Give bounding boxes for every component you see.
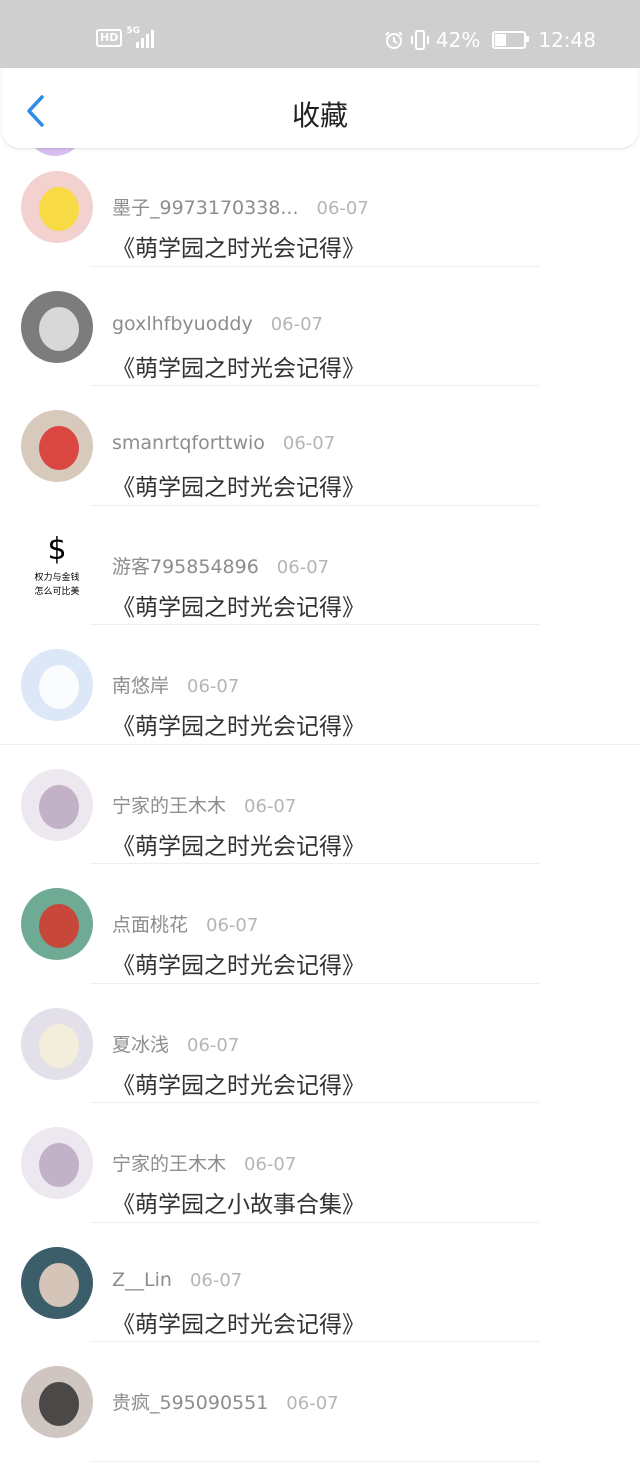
date: 06-07 xyxy=(282,433,336,454)
username[interactable]: 宁家的王木木 xyxy=(112,1153,226,1175)
work-title[interactable]: 《萌学园之时光会记得》 xyxy=(112,349,365,383)
work-title[interactable]: 《萌学园之时光会记得》 xyxy=(112,588,365,622)
meta-line: goxlhfbyuoddy 06-07 xyxy=(112,313,323,335)
work-title[interactable]: 《萌学园之时光会记得》 xyxy=(112,229,365,263)
meta-line: 点面桃花 06-07 xyxy=(112,910,258,937)
avatar-symbol: $ xyxy=(47,531,67,567)
list-item[interactable]: 墨子_9973170338... 06-07 《萌学园之时光会记得》 xyxy=(0,147,640,267)
list-item[interactable]: 南悠岸 06-07 《萌学园之时光会记得》 xyxy=(0,625,640,745)
avatar-image xyxy=(39,665,79,709)
date: 06-07 xyxy=(189,1269,243,1291)
meta-line: 南悠岸 06-07 xyxy=(112,671,239,698)
username[interactable]: goxlhfbyuoddy xyxy=(112,313,253,335)
avatar-image xyxy=(39,1262,79,1307)
username[interactable]: smanrtqforttwio xyxy=(112,432,265,454)
meta-line: 游客795854896 06-07 xyxy=(112,552,329,579)
work-title[interactable]: 《萌学园之时光会记得》 xyxy=(112,1305,365,1339)
page-title: 收藏 xyxy=(291,99,348,132)
list-item[interactable]: Z__Lin 06-07 《萌学园之时光会记得》 xyxy=(0,1223,640,1342)
list-item[interactable]: 宁家的王木木 06-07 《萌学园之小故事合集》 xyxy=(0,1103,640,1223)
hd-badge: HD xyxy=(96,29,123,47)
avatar-image xyxy=(39,187,79,231)
status-bar: HD 5G 42% 12:48 xyxy=(0,0,640,68)
work-title[interactable]: 《萌学园之时光会记得》 xyxy=(112,707,365,741)
date: 06-07 xyxy=(206,915,259,936)
avatar-image xyxy=(39,784,79,829)
date: 06-07 xyxy=(316,198,369,219)
list-item[interactable]: 宁家的王木木 06-07 《萌学园之时光会记得》 xyxy=(0,745,640,864)
date: 06-07 xyxy=(286,1393,339,1414)
battery-icon xyxy=(492,31,530,49)
meta-line: Z__Lin 06-07 xyxy=(112,1269,242,1291)
avatar[interactable] xyxy=(21,1246,93,1319)
date: 06-07 xyxy=(187,676,240,697)
work-title[interactable]: 《萌学园之时光会记得》 xyxy=(112,827,365,861)
avatar-line: 怎么可比美 xyxy=(34,586,80,597)
avatar[interactable]: $ 权力与金钱怎么可比美 xyxy=(21,529,93,602)
network-indicators: HD 5G xyxy=(96,26,156,48)
list-item[interactable]: goxlhfbyuoddy 06-07 《萌学园之时光会记得》 xyxy=(0,267,640,386)
avatar[interactable] xyxy=(21,290,93,363)
list-item[interactable]: 夏冰浅 06-07 《萌学园之时光会记得》 xyxy=(0,984,640,1103)
nav-header: 收藏 xyxy=(2,68,638,148)
alarm-icon xyxy=(385,31,403,49)
avatar-image xyxy=(39,904,79,948)
meta-line: 宁家的王木木 06-07 xyxy=(112,791,296,818)
avatar-image xyxy=(39,1143,79,1187)
username[interactable]: Z__Lin xyxy=(112,1269,172,1291)
battery-percent: 42% xyxy=(435,28,481,52)
work-title[interactable]: 《萌学园之小故事合集》 xyxy=(112,1185,365,1219)
meta-line: 夏冰浅 06-07 xyxy=(112,1030,239,1057)
work-title[interactable]: 《萌学园之时光会记得》 xyxy=(112,1066,365,1100)
username[interactable]: 宁家的王木木 xyxy=(112,795,226,817)
avatar[interactable] xyxy=(21,1366,93,1438)
list-item[interactable]: smanrtqforttwio 06-07 《萌学园之时光会记得》 xyxy=(0,386,640,506)
signal-icon: 5G xyxy=(126,26,156,48)
username[interactable]: 游客795854896 xyxy=(112,556,259,578)
avatar[interactable] xyxy=(21,171,93,243)
vibrate-icon xyxy=(410,30,429,50)
username[interactable]: 夏冰浅 xyxy=(112,1034,169,1056)
favorites-list: 墨子_9973170338... 06-07 《萌学园之时光会记得》 goxlhfby… xyxy=(0,147,640,1462)
date: 06-07 xyxy=(187,1034,240,1056)
meta-line: smanrtqforttwio 06-07 xyxy=(112,432,335,454)
list-item[interactable]: 贵疯_595090551 06-07 xyxy=(0,1342,640,1462)
username[interactable]: 墨子_9973170338... xyxy=(112,197,299,219)
date: 06-07 xyxy=(244,1154,297,1175)
system-indicators: 42% 12:48 xyxy=(384,28,596,52)
meta-line: 贵疯_595090551 06-07 xyxy=(112,1388,339,1415)
avatar[interactable] xyxy=(21,768,93,841)
avatar[interactable] xyxy=(21,649,93,721)
avatar-image xyxy=(39,1023,79,1068)
avatar-image xyxy=(39,1382,79,1426)
avatar-image xyxy=(39,306,79,351)
list-item[interactable]: $ 权力与金钱怎么可比美 游客795854896 06-07 《萌学园之时光会记得》 xyxy=(0,506,640,625)
work-title[interactable]: 《萌学园之时光会记得》 xyxy=(112,946,365,980)
avatar[interactable] xyxy=(21,888,93,960)
meta-line: 墨子_9973170338... 06-07 xyxy=(112,193,369,220)
divider xyxy=(90,1460,540,1462)
date: 06-07 xyxy=(276,556,330,578)
avatar-line: 权力与金钱 xyxy=(34,572,80,583)
avatar[interactable] xyxy=(21,410,93,482)
meta-line: 宁家的王木木 06-07 xyxy=(112,1149,296,1176)
avatar[interactable] xyxy=(21,1007,93,1080)
username[interactable]: 贵疯_595090551 xyxy=(112,1392,268,1414)
list-item[interactable]: 点面桃花 06-07 《萌学园之时光会记得》 xyxy=(0,864,640,984)
username[interactable]: 南悠岸 xyxy=(112,675,169,697)
avatar-image xyxy=(39,426,79,470)
date: 06-07 xyxy=(270,313,324,335)
avatar[interactable] xyxy=(21,1127,93,1199)
username[interactable]: 点面桃花 xyxy=(112,914,188,936)
clock: 12:48 xyxy=(538,28,596,52)
date: 06-07 xyxy=(244,795,297,817)
work-title[interactable]: 《萌学园之时光会记得》 xyxy=(112,468,365,502)
